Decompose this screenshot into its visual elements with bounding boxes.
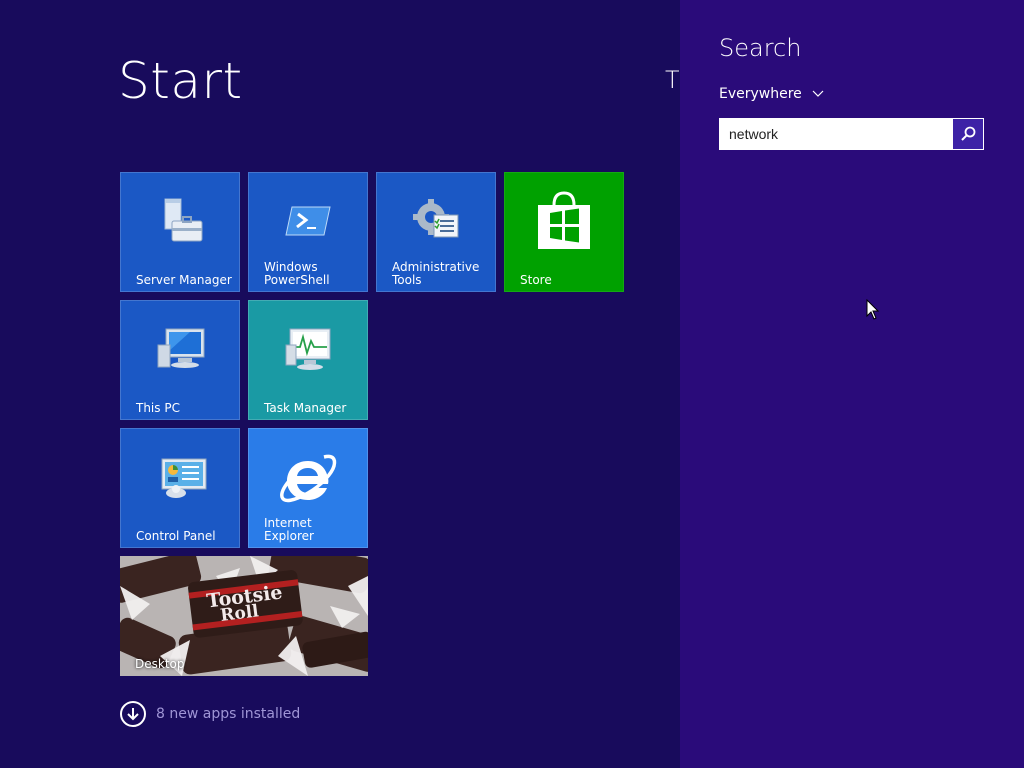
search-scope-dropdown[interactable]: Everywhere <box>719 86 824 102</box>
mouse-cursor-icon <box>866 299 880 320</box>
tile-label: Task Manager <box>264 401 347 415</box>
task-manager-icon <box>249 321 367 381</box>
powershell-icon <box>249 193 367 253</box>
tile-internet-explorer[interactable]: Internet Explorer <box>248 428 368 548</box>
tile-label: Server Manager <box>136 273 232 287</box>
tile-label: Store <box>520 273 552 287</box>
user-name-partial[interactable]: T <box>665 66 679 94</box>
tile-label: This PC <box>136 401 180 415</box>
search-scope-label: Everywhere <box>719 86 802 102</box>
ie-icon <box>249 447 367 507</box>
tile-label: Control Panel <box>136 529 216 543</box>
store-icon <box>505 189 623 249</box>
tile-control-panel[interactable]: Control Panel <box>120 428 240 548</box>
tile-label: Desktop <box>135 657 185 671</box>
control-panel-icon <box>121 449 239 509</box>
search-charm-title: Search <box>719 34 802 62</box>
server-manager-icon <box>121 193 239 253</box>
tile-administrative-tools[interactable]: Administrative Tools <box>376 172 496 292</box>
download-circle-icon <box>120 701 146 727</box>
computer-icon <box>121 321 239 381</box>
tile-label: Internet Explorer <box>264 516 314 543</box>
new-apps-installed-label: 8 new apps installed <box>156 706 301 722</box>
search-input[interactable] <box>720 119 970 149</box>
search-box <box>719 118 984 150</box>
tile-windows-powershell[interactable]: Windows PowerShell <box>248 172 368 292</box>
admin-tools-icon <box>377 193 495 253</box>
tile-desktop[interactable]: Tootsie Roll Desktop <box>120 556 368 676</box>
tile-this-pc[interactable]: This PC <box>120 300 240 420</box>
chevron-down-icon <box>812 90 824 97</box>
tile-label: Windows PowerShell <box>264 260 330 287</box>
new-apps-installed-link[interactable]: 8 new apps installed <box>120 701 300 727</box>
search-charm-panel: Search Everywhere <box>680 0 1024 768</box>
tile-server-manager[interactable]: Server Manager <box>120 172 240 292</box>
start-title: Start <box>118 52 243 110</box>
search-button[interactable] <box>953 119 983 149</box>
tile-store[interactable]: Store <box>504 172 624 292</box>
search-icon <box>961 126 976 141</box>
tile-task-manager[interactable]: Task Manager <box>248 300 368 420</box>
tile-label: Administrative Tools <box>392 260 480 287</box>
